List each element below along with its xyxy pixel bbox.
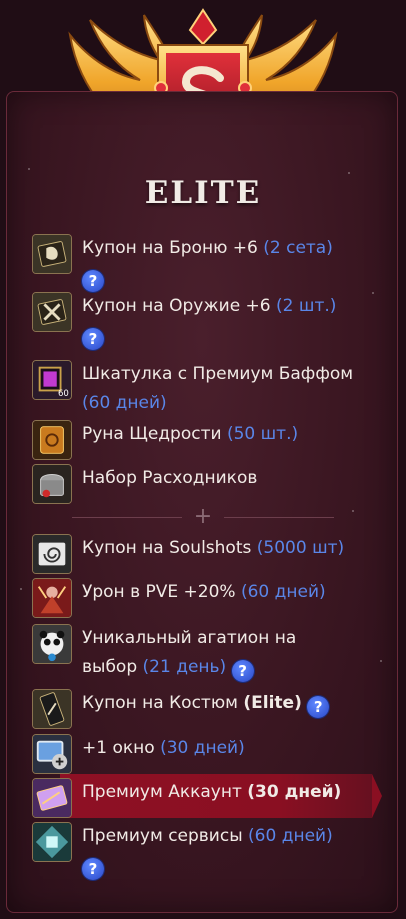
reward-name: Уникальный агатион на (82, 628, 297, 648)
reward-item-premium-account: Премиум Аккаунт (30 дней) (32, 778, 382, 818)
reward-detail: (60 дней) (82, 393, 167, 413)
reward-detail: (5000 шт) (256, 538, 345, 558)
consumables-chest-icon (32, 464, 72, 504)
reward-item-agathion: Уникальный агатион на выбор (21 день) ? (32, 624, 382, 682)
reward-name: Купон на Soulshots (82, 538, 252, 558)
reward-item-consumables-set: Набор Расходников (32, 464, 382, 504)
section-divider: + (72, 506, 334, 528)
reward-detail: (21 день) (142, 657, 227, 677)
tier-title: ELITE (144, 175, 262, 211)
reward-item-premium-buff-box: 60 Шкатулка с Премиум Баффом (60 дней) (32, 360, 382, 413)
reward-name: Шкатулка с Премиум Баффом (82, 364, 354, 384)
reward-item-soulshot-coupon: Купон на Soulshots (5000 шт) (32, 534, 382, 574)
premium-services-icon (32, 822, 72, 862)
rune-icon (32, 420, 72, 460)
reward-name: Набор Расходников (82, 468, 258, 488)
premium-buff-box-icon: 60 (32, 360, 72, 400)
help-icon[interactable]: ? (82, 270, 104, 292)
extra-window-icon (32, 734, 72, 774)
premium-account-icon (32, 778, 72, 818)
reward-name: Купон на Броню +6 (82, 238, 258, 258)
duration-badge: 60 (58, 389, 69, 399)
reward-name: Руна Щедрости (82, 424, 222, 444)
reward-name-cont: выбор (82, 657, 138, 677)
reward-item-premium-services: Премиум сервисы (60 дней)? (32, 822, 382, 880)
reward-detail: (Elite) (243, 693, 302, 713)
help-icon[interactable]: ? (307, 696, 330, 718)
reward-name: Купон на Костюм (82, 693, 238, 713)
help-icon[interactable]: ? (82, 858, 104, 880)
help-icon[interactable]: ? (231, 660, 254, 682)
reward-detail: (2 сета) (263, 238, 333, 258)
reward-item-armor-coupon: Купон на Броню +6 (2 сета)? (32, 234, 382, 292)
help-icon[interactable]: ? (82, 328, 104, 350)
reward-detail: (30 дней) (247, 782, 342, 802)
reward-detail: (60 дней) (240, 582, 326, 602)
reward-item-costume-coupon: Купон на Костюм (Elite) ? (32, 689, 382, 729)
pve-damage-icon (32, 578, 72, 618)
costume-coupon-icon (32, 689, 72, 729)
reward-detail: (2 шт.) (276, 296, 337, 316)
reward-name: Урон в PVE +20% (82, 582, 236, 602)
armor-coupon-icon (32, 234, 72, 274)
reward-name: Купон на Оружие +6 (82, 296, 271, 316)
reward-detail: (50 шт.) (226, 424, 299, 444)
reward-item-extra-window: +1 окно (30 дней) (32, 734, 382, 774)
reward-item-rune: Руна Щедрости (50 шт.) (32, 420, 382, 460)
reward-detail: (60 дней) (248, 826, 333, 846)
reward-detail: (30 дней) (160, 738, 245, 758)
reward-name: Премиум Аккаунт (82, 782, 242, 802)
reward-name: Премиум сервисы (82, 826, 243, 846)
weapon-coupon-icon (32, 292, 72, 332)
soulshot-coupon-icon (32, 534, 72, 574)
reward-name: +1 окно (82, 738, 155, 758)
reward-item-weapon-coupon: Купон на Оружие +6 (2 шт.)? (32, 292, 382, 350)
agathion-icon (32, 624, 72, 664)
reward-item-pve-damage: Урон в PVE +20% (60 дней) (32, 578, 382, 618)
